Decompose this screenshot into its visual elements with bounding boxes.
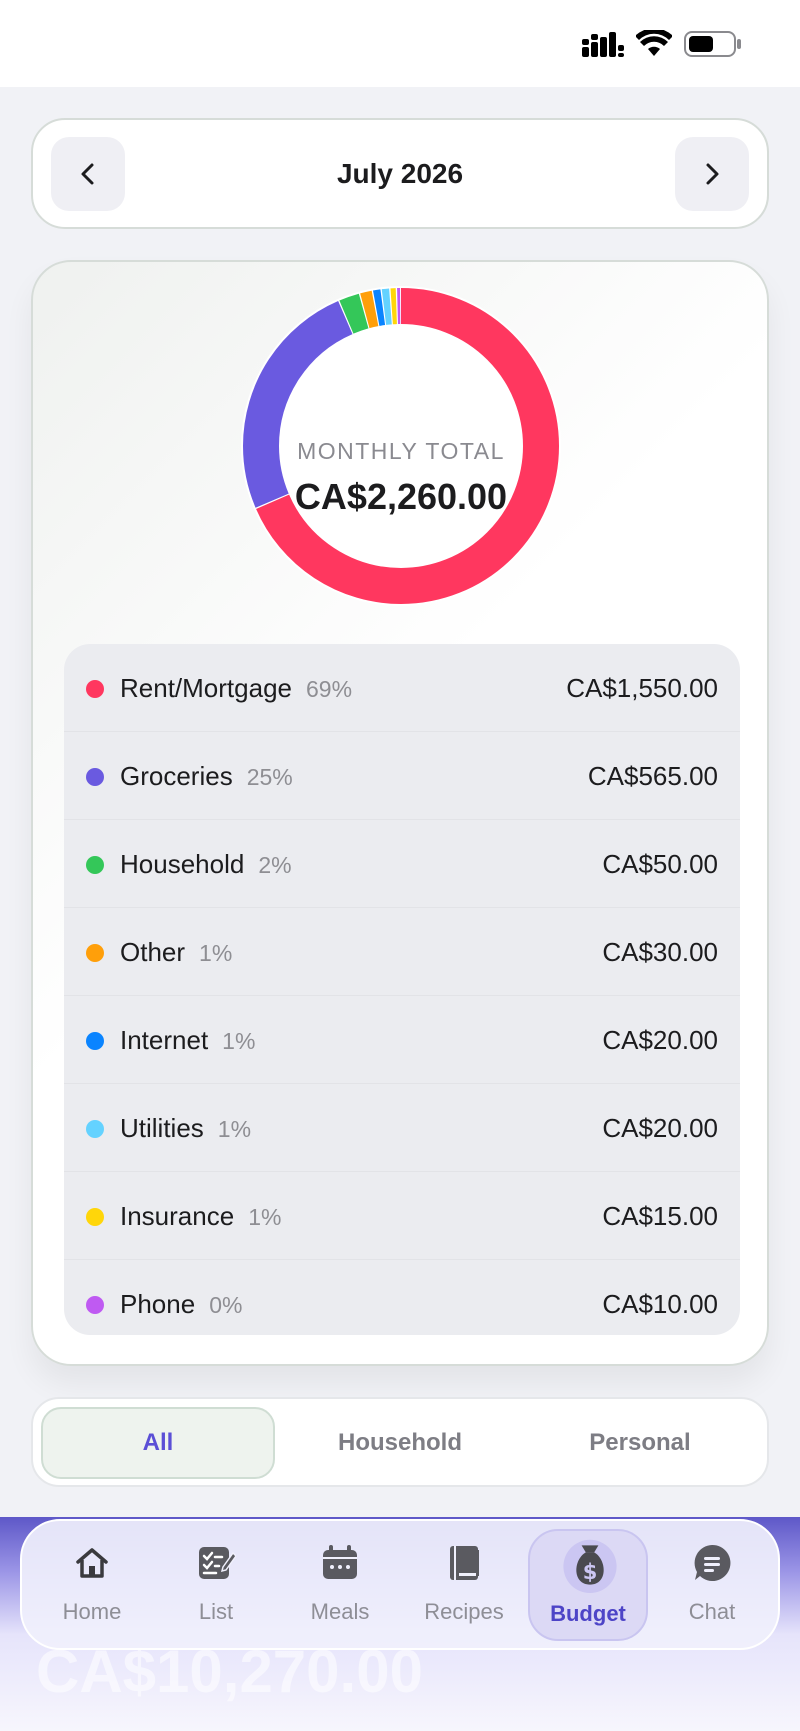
tab-chat[interactable]: Chat bbox=[652, 1529, 772, 1641]
category-name: Phone 0% bbox=[120, 1289, 243, 1319]
category-percent: 2% bbox=[258, 852, 292, 878]
list-icon bbox=[199, 1547, 236, 1579]
tab-label: Budget bbox=[550, 1601, 626, 1626]
category-amount: CA$50.00 bbox=[602, 849, 718, 879]
list-item[interactable]: Rent/Mortgage 69% CA$1,550.00 bbox=[64, 644, 740, 732]
category-name: Rent/Mortgage 69% bbox=[120, 673, 353, 703]
list-item[interactable]: Insurance 1% CA$15.00 bbox=[64, 1172, 740, 1260]
status-icons bbox=[582, 30, 742, 58]
category-color-dot bbox=[86, 1032, 104, 1050]
chat-icon bbox=[694, 1544, 731, 1581]
tab-label: List bbox=[198, 1599, 234, 1624]
list-item[interactable]: Groceries 25% CA$565.00 bbox=[64, 732, 740, 820]
monthly-total-value: CA$2,260.00 bbox=[294, 476, 508, 517]
category-name: Groceries 25% bbox=[120, 761, 293, 791]
category-amount: CA$15.00 bbox=[602, 1201, 718, 1231]
book-icon bbox=[450, 1546, 479, 1580]
list-item[interactable]: Household 2% CA$50.00 bbox=[64, 820, 740, 908]
list-item[interactable]: Phone 0% CA$10.00 bbox=[64, 1260, 740, 1348]
tab-label: Meals bbox=[310, 1599, 370, 1624]
month-title: July 2026 bbox=[336, 158, 464, 189]
category-amount: CA$30.00 bbox=[602, 937, 718, 967]
filter-household-button[interactable]: Household bbox=[283, 1407, 517, 1479]
bottom-tab-bar: Home List Meals Recipes $ Budget Chat bbox=[20, 1519, 780, 1650]
category-color-dot bbox=[86, 856, 104, 874]
money-bag-icon: $ bbox=[563, 1539, 617, 1593]
category-color-dot bbox=[86, 768, 104, 786]
wifi-icon bbox=[636, 30, 672, 56]
filter-personal-button[interactable]: Personal bbox=[523, 1407, 757, 1479]
category-percent: 1% bbox=[217, 1116, 252, 1142]
category-name: Utilities 1% bbox=[120, 1113, 252, 1143]
category-percent: 1% bbox=[222, 1028, 256, 1054]
category-amount: CA$1,550.00 bbox=[566, 673, 718, 703]
category-name: Household 2% bbox=[120, 849, 292, 879]
list-item[interactable]: Other 1% CA$30.00 bbox=[64, 908, 740, 996]
calendar-icon bbox=[323, 1545, 357, 1579]
category-percent: 69% bbox=[305, 676, 353, 702]
list-item[interactable]: Internet 1% CA$20.00 bbox=[64, 996, 740, 1084]
tab-label: Recipes bbox=[424, 1599, 504, 1624]
category-percent: 1% bbox=[248, 1204, 282, 1230]
category-color-dot bbox=[86, 1208, 104, 1226]
category-color-dot bbox=[86, 944, 104, 962]
category-list: Rent/Mortgage 69% CA$1,550.00 Groceries 25… bbox=[64, 644, 740, 1335]
next-month-button[interactable] bbox=[675, 137, 749, 211]
category-amount: CA$565.00 bbox=[587, 761, 718, 791]
home-icon bbox=[76, 1548, 108, 1578]
chevron-right-icon bbox=[706, 163, 719, 185]
category-color-dot bbox=[86, 680, 104, 698]
cellular-signal-icon bbox=[582, 32, 624, 57]
tab-budget[interactable]: $ Budget bbox=[528, 1529, 648, 1641]
category-color-dot bbox=[86, 1296, 104, 1314]
category-name: Insurance 1% bbox=[120, 1201, 282, 1231]
svg-text:$: $ bbox=[583, 1560, 598, 1584]
category-color-dot bbox=[86, 1120, 104, 1138]
tab-meals[interactable]: Meals bbox=[280, 1529, 400, 1641]
category-percent: 0% bbox=[209, 1292, 243, 1318]
category-percent: 25% bbox=[246, 764, 293, 790]
tab-recipes[interactable]: Recipes bbox=[404, 1529, 524, 1641]
monthly-total-label: MONTHLY TOTAL bbox=[297, 438, 505, 464]
scope-filter: All Household Personal bbox=[31, 1397, 769, 1487]
category-amount: CA$20.00 bbox=[602, 1025, 718, 1055]
battery-icon bbox=[684, 31, 741, 57]
donut-chart: MONTHLY TOTAL CA$2,260.00 bbox=[241, 286, 561, 606]
status-bar bbox=[0, 0, 800, 87]
tab-home[interactable]: Home bbox=[32, 1529, 152, 1641]
category-name: Other 1% bbox=[120, 937, 233, 967]
month-selector: July 2026 bbox=[31, 118, 769, 229]
filter-all-button[interactable]: All bbox=[41, 1407, 275, 1479]
category-percent: 1% bbox=[199, 940, 233, 966]
tab-label: Home bbox=[62, 1599, 122, 1624]
tab-list[interactable]: List bbox=[156, 1529, 276, 1641]
category-amount: CA$20.00 bbox=[602, 1113, 718, 1143]
category-name: Internet 1% bbox=[120, 1025, 256, 1055]
list-item[interactable]: Utilities 1% CA$20.00 bbox=[64, 1084, 740, 1172]
tab-label: Chat bbox=[688, 1599, 736, 1624]
category-amount: CA$10.00 bbox=[602, 1289, 718, 1319]
budget-summary-card: MONTHLY TOTAL CA$2,260.00 Rent/Mortgage 6… bbox=[31, 260, 769, 1366]
